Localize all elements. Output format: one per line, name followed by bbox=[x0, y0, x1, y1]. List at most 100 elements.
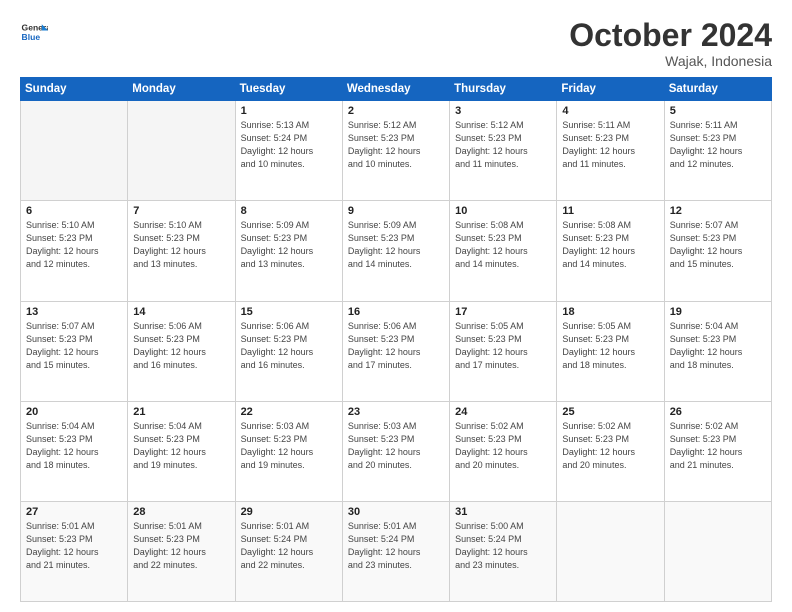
day-info: Sunrise: 5:07 AMSunset: 5:23 PMDaylight:… bbox=[670, 219, 766, 271]
day-number: 5 bbox=[670, 105, 766, 117]
calendar-day-cell: 2 Sunrise: 5:12 AMSunset: 5:23 PMDaylight… bbox=[342, 101, 449, 201]
calendar-day-cell: 13Sunrise: 5:07 AMSunset: 5:23 PMDayligh… bbox=[21, 301, 128, 401]
day-info: Sunrise: 5:09 AMSunset: 5:23 PMDaylight:… bbox=[348, 219, 444, 271]
day-number: 10 bbox=[455, 205, 551, 217]
calendar-day-cell: 23Sunrise: 5:03 AMSunset: 5:23 PMDayligh… bbox=[342, 401, 449, 501]
calendar-header-row: SundayMondayTuesdayWednesdayThursdayFrid… bbox=[21, 78, 772, 101]
logo: General Blue bbox=[20, 18, 52, 46]
day-info: Sunrise: 5:10 AMSunset: 5:23 PMDaylight:… bbox=[26, 219, 122, 271]
day-info: Sunrise: 5:06 AMSunset: 5:23 PMDaylight:… bbox=[241, 320, 337, 372]
calendar-day-cell: 24 Sunrise: 5:02 AMSunset: 5:23 PMDayligh… bbox=[450, 401, 557, 501]
weekday-header: Saturday bbox=[664, 78, 771, 101]
day-number: 14 bbox=[133, 306, 229, 318]
day-info: Sunrise: 5:12 AMSunset: 5:23 PMDaylight:… bbox=[348, 119, 444, 171]
calendar-day-cell: 9 Sunrise: 5:09 AMSunset: 5:23 PMDaylight… bbox=[342, 201, 449, 301]
day-info: Sunrise: 5:07 AMSunset: 5:23 PMDaylight:… bbox=[26, 320, 122, 372]
calendar-table: SundayMondayTuesdayWednesdayThursdayFrid… bbox=[20, 77, 772, 602]
calendar-week-row: 13Sunrise: 5:07 AMSunset: 5:23 PMDayligh… bbox=[21, 301, 772, 401]
calendar-day-cell: 26Sunrise: 5:02 AMSunset: 5:23 PMDayligh… bbox=[664, 401, 771, 501]
calendar-week-row: 27 Sunrise: 5:01 AMSunset: 5:23 PMDayligh… bbox=[21, 501, 772, 601]
day-info: Sunrise: 5:02 AMSunset: 5:23 PMDaylight:… bbox=[562, 420, 658, 472]
day-info: Sunrise: 5:01 AMSunset: 5:23 PMDaylight:… bbox=[26, 520, 122, 572]
calendar-day-cell: 19 Sunrise: 5:04 AMSunset: 5:23 PMDayligh… bbox=[664, 301, 771, 401]
day-number: 11 bbox=[562, 205, 658, 217]
day-info: Sunrise: 5:01 AMSunset: 5:23 PMDaylight:… bbox=[133, 520, 229, 572]
day-number: 16 bbox=[348, 306, 444, 318]
calendar-day-cell: 28 Sunrise: 5:01 AMSunset: 5:23 PMDayligh… bbox=[128, 501, 235, 601]
day-info: Sunrise: 5:12 AMSunset: 5:23 PMDaylight:… bbox=[455, 119, 551, 171]
day-number: 20 bbox=[26, 406, 122, 418]
day-number: 26 bbox=[670, 406, 766, 418]
calendar-day-cell: 3 Sunrise: 5:12 AMSunset: 5:23 PMDaylight… bbox=[450, 101, 557, 201]
calendar-day-cell: 15 Sunrise: 5:06 AMSunset: 5:23 PMDayligh… bbox=[235, 301, 342, 401]
day-info: Sunrise: 5:13 AMSunset: 5:24 PMDaylight:… bbox=[241, 119, 337, 171]
calendar-day-cell: 29Sunrise: 5:01 AMSunset: 5:24 PMDayligh… bbox=[235, 501, 342, 601]
title-block: October 2024 Wajak, Indonesia bbox=[569, 18, 772, 69]
day-number: 21 bbox=[133, 406, 229, 418]
calendar-day-cell: 22Sunrise: 5:03 AMSunset: 5:23 PMDayligh… bbox=[235, 401, 342, 501]
calendar-week-row: 6 Sunrise: 5:10 AMSunset: 5:23 PMDaylight… bbox=[21, 201, 772, 301]
day-number: 29 bbox=[241, 506, 337, 518]
calendar-day-cell: 12 Sunrise: 5:07 AMSunset: 5:23 PMDayligh… bbox=[664, 201, 771, 301]
day-info: Sunrise: 5:08 AMSunset: 5:23 PMDaylight:… bbox=[455, 219, 551, 271]
calendar-day-cell: 6 Sunrise: 5:10 AMSunset: 5:23 PMDaylight… bbox=[21, 201, 128, 301]
calendar-day-cell: 31Sunrise: 5:00 AMSunset: 5:24 PMDayligh… bbox=[450, 501, 557, 601]
page: General Blue October 2024 Wajak, Indones… bbox=[0, 0, 792, 612]
calendar-day-cell: 25 Sunrise: 5:02 AMSunset: 5:23 PMDayligh… bbox=[557, 401, 664, 501]
day-info: Sunrise: 5:11 AMSunset: 5:23 PMDaylight:… bbox=[670, 119, 766, 171]
weekday-header: Tuesday bbox=[235, 78, 342, 101]
day-number: 4 bbox=[562, 105, 658, 117]
weekday-header: Monday bbox=[128, 78, 235, 101]
calendar-day-cell bbox=[21, 101, 128, 201]
day-number: 19 bbox=[670, 306, 766, 318]
day-number: 3 bbox=[455, 105, 551, 117]
day-info: Sunrise: 5:11 AMSunset: 5:23 PMDaylight:… bbox=[562, 119, 658, 171]
day-info: Sunrise: 5:10 AMSunset: 5:23 PMDaylight:… bbox=[133, 219, 229, 271]
weekday-header: Thursday bbox=[450, 78, 557, 101]
day-info: Sunrise: 5:06 AMSunset: 5:23 PMDaylight:… bbox=[133, 320, 229, 372]
calendar-day-cell: 18 Sunrise: 5:05 AMSunset: 5:23 PMDayligh… bbox=[557, 301, 664, 401]
day-info: Sunrise: 5:04 AMSunset: 5:23 PMDaylight:… bbox=[26, 420, 122, 472]
day-info: Sunrise: 5:03 AMSunset: 5:23 PMDaylight:… bbox=[348, 420, 444, 472]
calendar-week-row: 20 Sunrise: 5:04 AMSunset: 5:23 PMDayligh… bbox=[21, 401, 772, 501]
calendar-week-row: 1Sunrise: 5:13 AMSunset: 5:24 PMDaylight… bbox=[21, 101, 772, 201]
calendar-day-cell: 17 Sunrise: 5:05 AMSunset: 5:23 PMDayligh… bbox=[450, 301, 557, 401]
calendar-day-cell: 11 Sunrise: 5:08 AMSunset: 5:23 PMDayligh… bbox=[557, 201, 664, 301]
day-info: Sunrise: 5:02 AMSunset: 5:23 PMDaylight:… bbox=[455, 420, 551, 472]
calendar-day-cell: 27 Sunrise: 5:01 AMSunset: 5:23 PMDayligh… bbox=[21, 501, 128, 601]
day-number: 9 bbox=[348, 205, 444, 217]
location: Wajak, Indonesia bbox=[569, 53, 772, 69]
day-info: Sunrise: 5:05 AMSunset: 5:23 PMDaylight:… bbox=[455, 320, 551, 372]
day-number: 12 bbox=[670, 205, 766, 217]
month-title: October 2024 bbox=[569, 18, 772, 53]
day-number: 15 bbox=[241, 306, 337, 318]
day-number: 17 bbox=[455, 306, 551, 318]
day-number: 7 bbox=[133, 205, 229, 217]
calendar-day-cell: 4 Sunrise: 5:11 AMSunset: 5:23 PMDaylight… bbox=[557, 101, 664, 201]
day-number: 30 bbox=[348, 506, 444, 518]
calendar-day-cell bbox=[128, 101, 235, 201]
day-number: 2 bbox=[348, 105, 444, 117]
day-number: 22 bbox=[241, 406, 337, 418]
calendar-day-cell bbox=[557, 501, 664, 601]
day-info: Sunrise: 5:08 AMSunset: 5:23 PMDaylight:… bbox=[562, 219, 658, 271]
calendar-day-cell: 8Sunrise: 5:09 AMSunset: 5:23 PMDaylight… bbox=[235, 201, 342, 301]
day-number: 27 bbox=[26, 506, 122, 518]
calendar-day-cell: 1Sunrise: 5:13 AMSunset: 5:24 PMDaylight… bbox=[235, 101, 342, 201]
calendar-day-cell: 7 Sunrise: 5:10 AMSunset: 5:23 PMDaylight… bbox=[128, 201, 235, 301]
day-number: 18 bbox=[562, 306, 658, 318]
header: General Blue October 2024 Wajak, Indones… bbox=[20, 18, 772, 69]
day-info: Sunrise: 5:05 AMSunset: 5:23 PMDaylight:… bbox=[562, 320, 658, 372]
day-number: 24 bbox=[455, 406, 551, 418]
calendar-day-cell: 21 Sunrise: 5:04 AMSunset: 5:23 PMDayligh… bbox=[128, 401, 235, 501]
calendar-day-cell: 5 Sunrise: 5:11 AMSunset: 5:23 PMDaylight… bbox=[664, 101, 771, 201]
day-number: 28 bbox=[133, 506, 229, 518]
day-info: Sunrise: 5:06 AMSunset: 5:23 PMDaylight:… bbox=[348, 320, 444, 372]
day-info: Sunrise: 5:04 AMSunset: 5:23 PMDaylight:… bbox=[133, 420, 229, 472]
day-info: Sunrise: 5:04 AMSunset: 5:23 PMDaylight:… bbox=[670, 320, 766, 372]
calendar-day-cell: 10 Sunrise: 5:08 AMSunset: 5:23 PMDayligh… bbox=[450, 201, 557, 301]
day-number: 25 bbox=[562, 406, 658, 418]
weekday-header: Friday bbox=[557, 78, 664, 101]
day-info: Sunrise: 5:09 AMSunset: 5:23 PMDaylight:… bbox=[241, 219, 337, 271]
day-number: 6 bbox=[26, 205, 122, 217]
